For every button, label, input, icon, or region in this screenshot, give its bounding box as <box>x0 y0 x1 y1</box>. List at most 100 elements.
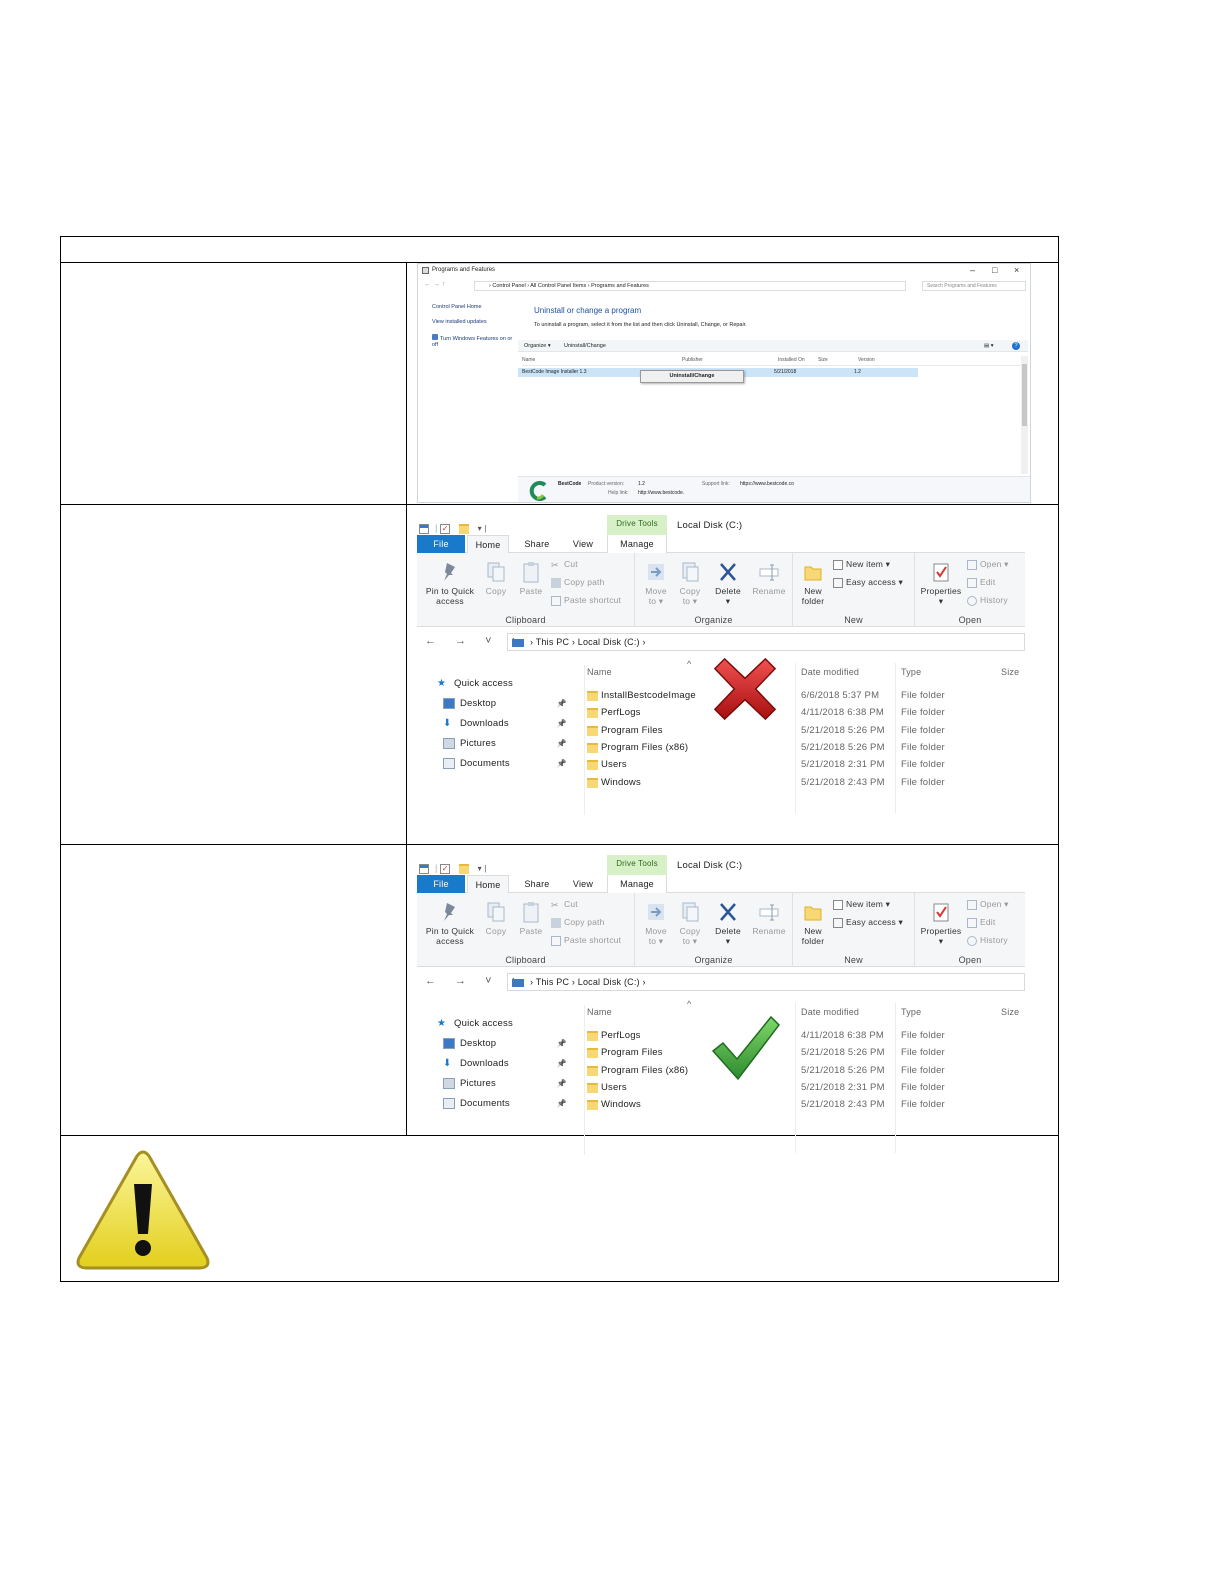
file-row[interactable]: PerfLogs 4/11/2018 6:38 PM File folder <box>587 706 1027 723</box>
column-name[interactable]: Name <box>522 357 535 363</box>
file-row[interactable]: PerfLogs 4/11/2018 6:38 PM File folder <box>587 1029 1027 1046</box>
pin-to-quick-access-button[interactable]: Pin to Quick access <box>421 901 479 946</box>
close-icon[interactable]: × <box>1014 265 1019 275</box>
paste-button[interactable]: Paste <box>515 901 547 936</box>
tab-share[interactable]: Share <box>515 535 559 553</box>
tab-home[interactable]: Home <box>467 875 509 893</box>
pin-icon[interactable]: 📌 <box>557 1037 567 1051</box>
rename-button[interactable]: Rename <box>749 901 789 936</box>
column-date-modified[interactable]: Date modified <box>801 667 859 677</box>
properties-icon[interactable]: ✓ <box>440 863 451 874</box>
maximize-icon[interactable]: □ <box>992 265 997 275</box>
nav-item-2[interactable]: ⬇ Downloads 📌 <box>437 1057 567 1077</box>
rename-button[interactable]: Rename <box>749 561 789 596</box>
properties-icon[interactable]: ✓ <box>440 523 451 534</box>
cut-button[interactable]: ✂ Cut <box>551 899 578 910</box>
copy-button[interactable]: Copy <box>481 901 511 936</box>
column-installed-on[interactable]: Installed On <box>778 357 805 363</box>
details-support-link[interactable]: https://www.bestcode.co <box>740 481 794 487</box>
edit-button[interactable]: Edit <box>967 917 995 928</box>
customize-arrow-icon[interactable]: ▾ | <box>478 524 487 533</box>
pin-icon[interactable]: 📌 <box>557 1097 567 1111</box>
nav-item-3[interactable]: Pictures 📌 <box>437 737 567 757</box>
tab-home[interactable]: Home <box>467 535 509 553</box>
file-row[interactable]: Users 5/21/2018 2:31 PM File folder <box>587 1081 1027 1098</box>
column-version[interactable]: Version <box>858 357 875 363</box>
new-item-button[interactable]: New item ▾ <box>833 899 890 910</box>
details-help-link[interactable]: http://www.bestcode. <box>638 490 684 496</box>
file-row[interactable]: Users 5/21/2018 2:31 PM File folder <box>587 758 1027 775</box>
minimize-icon[interactable]: – <box>970 265 975 275</box>
column-name[interactable]: Name <box>587 1007 612 1017</box>
nav-item-0[interactable]: ★ Quick access <box>437 1017 567 1037</box>
tab-view[interactable]: View <box>561 535 605 553</box>
new-folder-icon[interactable] <box>458 523 469 534</box>
column-size[interactable]: Size <box>818 357 828 363</box>
move-to-button[interactable]: Move to ▾ <box>641 561 671 606</box>
tab-file[interactable]: File <box>417 875 465 893</box>
new-folder-icon[interactable] <box>458 863 469 874</box>
paste-shortcut-button[interactable]: Paste shortcut <box>551 935 621 946</box>
nav-buttons[interactable]: ← → ↑ <box>424 281 445 288</box>
file-row[interactable]: Program Files 5/21/2018 5:26 PM File folde… <box>587 724 1027 741</box>
tab-file[interactable]: File <box>417 535 465 553</box>
paste-shortcut-button[interactable]: Paste shortcut <box>551 595 621 606</box>
copy-to-button[interactable]: Copy to ▾ <box>675 901 705 946</box>
nav-item-1[interactable]: Desktop 📌 <box>437 697 567 717</box>
copy-path-button[interactable]: Copy path <box>551 577 605 588</box>
sidebar-item-control-panel-home[interactable]: Control Panel Home <box>432 304 518 310</box>
column-size[interactable]: Size <box>1001 1007 1019 1017</box>
pin-icon[interactable]: 📌 <box>557 1057 567 1071</box>
customize-arrow-icon[interactable]: ▾ | <box>478 864 487 873</box>
delete-button[interactable]: Delete ▾ <box>711 901 745 946</box>
file-row[interactable]: Program Files (x86) 5/21/2018 5:26 PM File… <box>587 741 1027 758</box>
nav-item-0[interactable]: ★ Quick access <box>437 677 567 697</box>
pin-icon[interactable]: 📌 <box>557 697 567 711</box>
properties-button[interactable]: Properties ▾ <box>917 561 965 606</box>
properties-button[interactable]: Properties ▾ <box>917 901 965 946</box>
nav-item-4[interactable]: Documents 📌 <box>437 757 567 777</box>
breadcrumb[interactable]: › This PC › Local Disk (C:) › <box>507 973 1025 991</box>
nav-item-4[interactable]: Documents 📌 <box>437 1097 567 1117</box>
move-to-button[interactable]: Move to ▾ <box>641 901 671 946</box>
pin-icon[interactable]: 📌 <box>557 717 567 731</box>
file-row[interactable]: Windows 5/21/2018 2:43 PM File folder <box>587 776 1027 793</box>
open-button[interactable]: Open ▾ <box>967 899 1009 910</box>
cut-button[interactable]: ✂ Cut <box>551 559 578 570</box>
delete-button[interactable]: Delete ▾ <box>711 561 745 606</box>
column-name[interactable]: Name <box>587 667 612 677</box>
view-options-button[interactable]: ▤ ▾ <box>984 343 994 349</box>
tab-share[interactable]: Share <box>515 875 559 893</box>
column-size[interactable]: Size <box>1001 667 1019 677</box>
breadcrumb[interactable]: › This PC › Local Disk (C:) › <box>507 633 1025 651</box>
new-item-button[interactable]: New item ▾ <box>833 559 890 570</box>
uninstall-change-button[interactable]: Uninstall/Change <box>564 343 606 349</box>
copy-to-button[interactable]: Copy to ▾ <box>675 561 705 606</box>
nav-item-3[interactable]: Pictures 📌 <box>437 1077 567 1097</box>
help-icon[interactable]: ? <box>1012 342 1020 350</box>
pin-icon[interactable]: 📌 <box>557 1077 567 1091</box>
search-input[interactable]: Search Programs and Features <box>922 281 1026 291</box>
pin-icon[interactable]: 📌 <box>557 757 567 771</box>
file-row[interactable]: Program Files (x86) 5/21/2018 5:26 PM File… <box>587 1064 1027 1081</box>
column-type[interactable]: Type <box>901 1007 921 1017</box>
tab-manage[interactable]: Manage <box>607 535 667 553</box>
tab-manage[interactable]: Manage <box>607 875 667 893</box>
new-folder-button[interactable]: New folder <box>795 561 831 606</box>
copy-button[interactable]: Copy <box>481 561 511 596</box>
tab-view[interactable]: View <box>561 875 605 893</box>
nav-item-1[interactable]: Desktop 📌 <box>437 1037 567 1057</box>
history-button[interactable]: History <box>967 595 1008 606</box>
breadcrumb[interactable]: › Control Panel › All Control Panel Item… <box>474 281 906 291</box>
column-date-modified[interactable]: Date modified <box>801 1007 859 1017</box>
copy-path-button[interactable]: Copy path <box>551 917 605 928</box>
open-button[interactable]: Open ▾ <box>967 559 1009 570</box>
pin-to-quick-access-button[interactable]: Pin to Quick access <box>421 561 479 606</box>
context-menu-uninstall-change[interactable]: Uninstall/Change <box>640 370 744 383</box>
file-row[interactable]: InstallBestcodeImage 6/6/2018 5:37 PM File… <box>587 689 1027 706</box>
pin-icon[interactable]: 📌 <box>557 737 567 751</box>
sidebar-item-view-updates[interactable]: View installed updates <box>432 319 518 325</box>
file-row[interactable]: Program Files 5/21/2018 5:26 PM File folde… <box>587 1046 1027 1063</box>
scrollbar[interactable] <box>1021 356 1028 474</box>
sidebar-item-windows-features[interactable]: Turn Windows Features on or off <box>432 334 518 348</box>
